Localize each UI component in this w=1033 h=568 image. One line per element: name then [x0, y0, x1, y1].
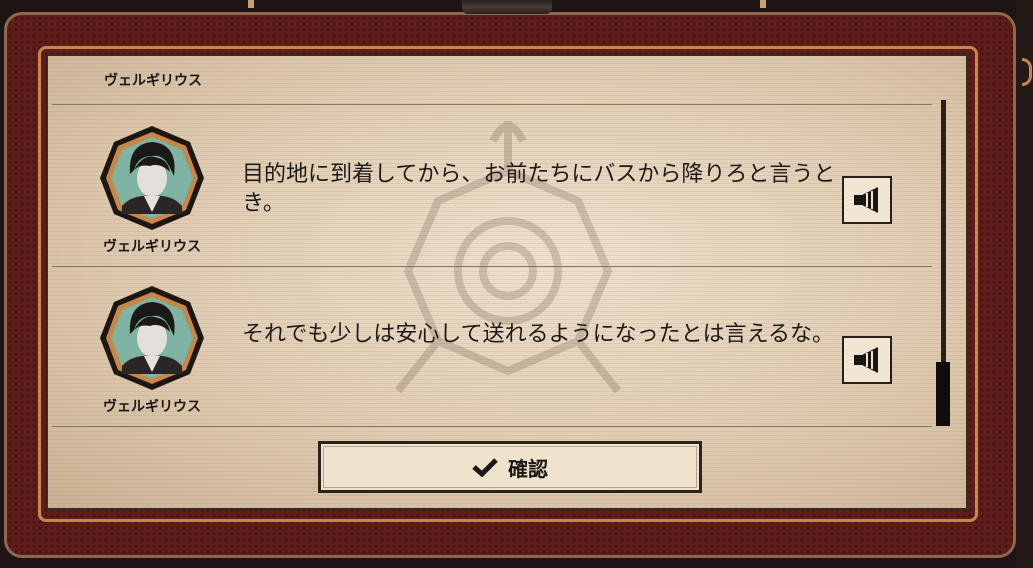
frame-notch-left [248, 0, 254, 8]
speaker-avatar [100, 286, 204, 390]
divider [52, 266, 932, 267]
divider [52, 104, 932, 105]
speaker-avatar [100, 126, 204, 230]
top-partial-speaker-name: ヴェルギリウス [104, 73, 202, 89]
frame-notch-right [760, 0, 766, 8]
dialog-entry-1: ヴェルギリウス 目的地に到着してから、お前たちにバスから降りろと言うとき。 [48, 124, 938, 284]
confirm-button[interactable]: 確認 [318, 441, 702, 493]
frame-top-cap [462, 0, 552, 14]
dialog-entry-2: ヴェルギリウス それでも少しは安心して送れるようになったとは言えるな。 [48, 284, 938, 444]
confirm-button-inner-border [323, 446, 697, 488]
dialog-text: 目的地に到着してから、お前たちにバスから降りろと言うとき。 [242, 162, 836, 216]
speaker-name: ヴェルギリウス [103, 239, 201, 255]
voice-play-button[interactable] [842, 336, 892, 384]
speaker-icon [854, 347, 878, 373]
scrollbar-thumb[interactable] [936, 362, 950, 426]
speaker-name: ヴェルギリウス [103, 399, 201, 415]
dialog-log-panel: ヴェルギリウス ヴェルギリウス 目的地に到着してから、お前たちにバスから降りろと… [46, 54, 968, 510]
speaker-icon [854, 187, 878, 213]
voice-play-button[interactable] [842, 176, 892, 224]
divider [52, 426, 932, 427]
dialog-log-list[interactable]: ヴェルギリウス ヴェルギリウス 目的地に到着してから、お前たちにバスから降りろと… [48, 56, 938, 436]
dialog-text: それでも少しは安心して送れるようになったとは言えるな。 [242, 322, 835, 347]
